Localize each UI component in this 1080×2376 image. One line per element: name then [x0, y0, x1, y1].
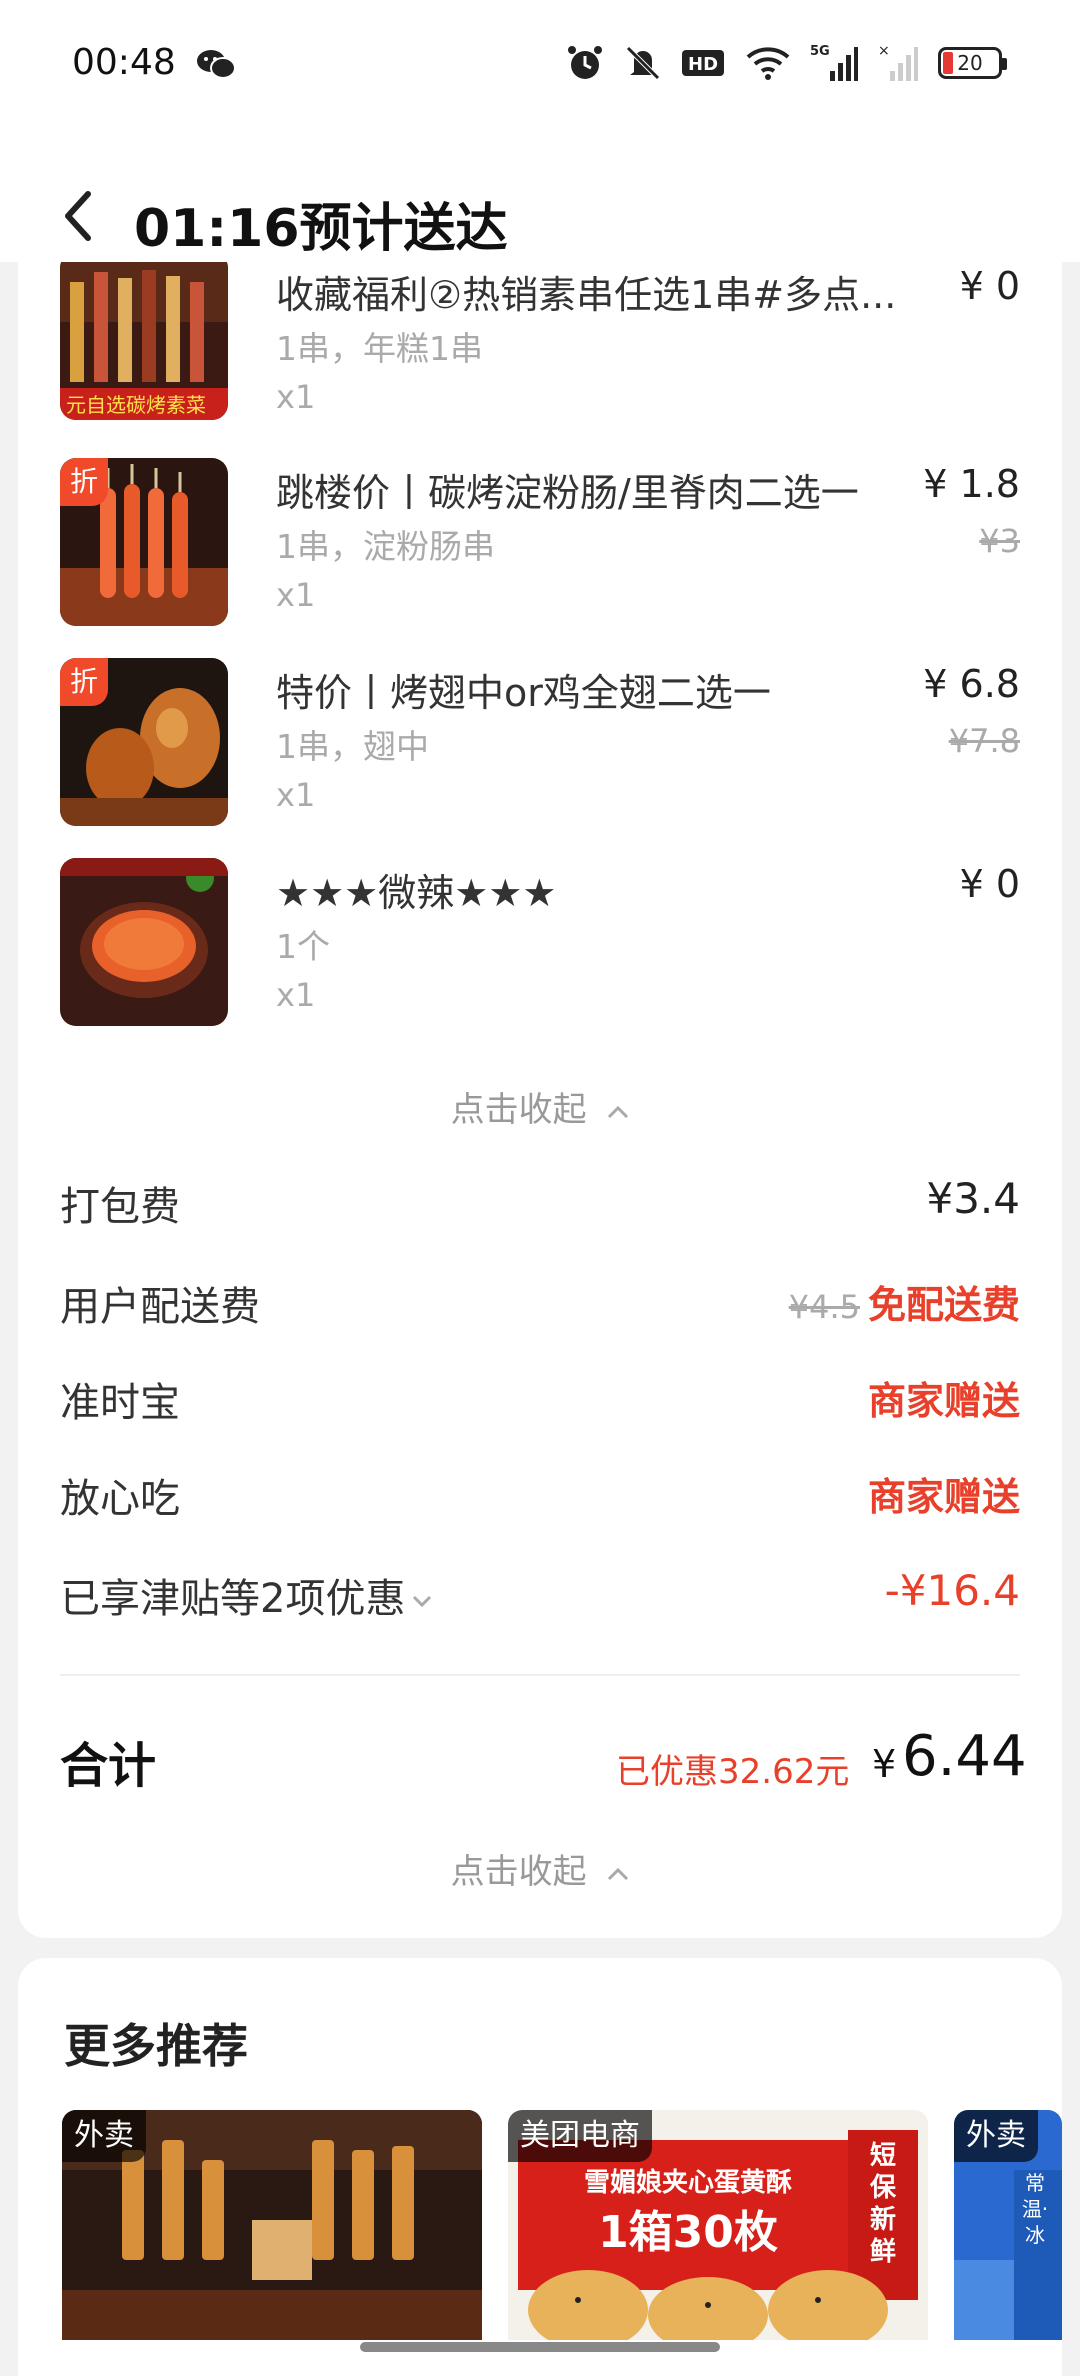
promo-text: 1箱30枚: [598, 2207, 778, 2258]
header: 01:16预计送达: [0, 130, 1080, 262]
item-thumbnail: 折: [60, 458, 228, 626]
recommendation-section: 更多推荐 外卖 雪媚娘夹心蛋黄酥 1箱30枚 短保新鲜 美团电商 常温·冰 外卖: [18, 1958, 1062, 2376]
discount-value: -¥16.4: [884, 1566, 1020, 1615]
order-item[interactable]: 折 特价丨烤翅中or鸡全翅二选一 1串，翅中 x1 ¥ 6.8 ¥7.8: [60, 658, 1020, 828]
recommendation-tag: 外卖: [954, 2110, 1038, 2162]
delivery-fee-value: ¥4.5 免配送费: [789, 1274, 1020, 1329]
safe-eat-label: 放心吃: [60, 1476, 180, 1522]
recommendation-title: 更多推荐: [64, 2019, 248, 2073]
status-bar: 00:48 HD 5G × 20: [0, 0, 1080, 130]
recommendation-tag: 美团电商: [508, 2110, 652, 2162]
item-quantity: x1: [276, 576, 316, 614]
collapse-label: 点击收起: [450, 1852, 587, 1892]
wifi-icon: [746, 47, 790, 80]
packing-fee-row: 打包费 ¥3.4: [60, 1174, 1020, 1234]
item-thumbnail: 折: [60, 658, 228, 826]
svg-text:元自选碳烤素菜: 元自选碳烤素菜: [66, 393, 206, 417]
ontime-guarantee-value: 商家赠送: [867, 1379, 1020, 1423]
item-price: ¥ 6.8: [923, 662, 1020, 706]
item-quantity: x1: [276, 776, 316, 814]
free-delivery-label: 免配送费: [867, 1283, 1020, 1327]
packing-fee-value: ¥3.4: [926, 1174, 1020, 1223]
discount-badge: 折: [60, 458, 108, 506]
discount-row[interactable]: 已享津贴等2项优惠 -¥16.4: [60, 1566, 1020, 1626]
item-name: 跳楼价丨碳烤淀粉肠/里脊肉二选一: [276, 471, 859, 515]
page-title: 01:16预计送达: [134, 199, 508, 259]
delivery-fee-label: 用户配送费: [60, 1284, 260, 1330]
item-spec: 1串，年糕1串: [276, 329, 483, 368]
item-quantity: x1: [276, 976, 316, 1014]
promo-text: 常温·冰: [1021, 2171, 1049, 2247]
order-item[interactable]: 元自选碳烤素菜 收藏福利②热销素串任选1串#多点... 1串，年糕1串 x1 ¥…: [60, 262, 1020, 430]
item-spec: 1串，翅中: [276, 727, 429, 766]
svg-text:HD: HD: [688, 54, 718, 75]
collapse-detail-button[interactable]: 点击收起: [18, 1844, 1062, 1893]
delivery-fee-original: ¥4.5: [788, 1288, 860, 1326]
item-thumbnail: [60, 858, 228, 1026]
alarm-icon: [568, 46, 602, 79]
ontime-guarantee-label: 准时宝: [60, 1380, 180, 1426]
discount-badge: 折: [60, 658, 108, 706]
item-name: 特价丨烤翅中or鸡全翅二选一: [276, 671, 771, 715]
item-name: ★★★微辣★★★: [276, 871, 557, 915]
order-item[interactable]: ★★★微辣★★★ 1个 x1 ¥ 0: [60, 858, 1020, 1028]
packing-fee-label: 打包费: [60, 1184, 180, 1230]
delivery-fee-row: 用户配送费 ¥4.5 免配送费: [60, 1274, 1020, 1334]
item-original-price: ¥3: [979, 522, 1020, 560]
svg-text:×: ×: [878, 43, 890, 59]
wechat-icon: [197, 50, 236, 79]
total-saved: 已优惠32.62元: [616, 1752, 850, 1792]
chevron-up-icon: [608, 1867, 629, 1880]
item-price: ¥ 0: [959, 264, 1020, 308]
mute-icon: [626, 46, 660, 80]
back-arrow-icon[interactable]: [60, 188, 100, 244]
chevron-up-icon: [608, 1105, 629, 1118]
status-icons: HD 5G × 20: [566, 40, 1007, 86]
total-currency: ¥: [872, 1742, 897, 1786]
battery-icon: 20: [938, 47, 1007, 79]
ontime-guarantee-row[interactable]: 准时宝 商家赠送: [60, 1370, 1020, 1430]
hd-icon: HD: [682, 50, 724, 76]
svg-text:5G: 5G: [810, 44, 830, 59]
collapse-items-button[interactable]: 点击收起: [18, 1082, 1062, 1131]
promo-side-text: 短保新鲜: [869, 2141, 896, 2267]
item-name: 收藏福利②热销素串任选1串#多点...: [276, 273, 897, 317]
status-time: 00:48: [72, 42, 176, 83]
item-thumbnail: 元自选碳烤素菜: [60, 262, 228, 420]
chevron-down-icon: [413, 1595, 432, 1608]
discount-label: 已享津贴等2项优惠: [60, 1566, 433, 1624]
recommendation-item[interactable]: 常温·冰 外卖: [954, 2110, 1062, 2340]
item-spec: 1串，淀粉肠串: [276, 527, 495, 566]
divider: [60, 1674, 1020, 1676]
item-original-price: ¥7.8: [948, 722, 1020, 760]
total-amount: 6.44: [902, 1724, 1027, 1789]
item-price: ¥ 1.8: [923, 462, 1020, 506]
signal-2-icon: ×: [878, 43, 918, 81]
safe-eat-row[interactable]: 放心吃 商家赠送: [60, 1466, 1020, 1526]
order-card: 元自选碳烤素菜 收藏福利②热销素串任选1串#多点... 1串，年糕1串 x1 ¥…: [18, 262, 1062, 1938]
item-quantity: x1: [276, 378, 316, 416]
recommendation-item[interactable]: 外卖: [62, 2110, 482, 2340]
total-label: 合计: [60, 1738, 157, 1794]
promo-subtitle: 雪媚娘夹心蛋黄酥: [583, 2168, 792, 2198]
collapse-label: 点击收起: [450, 1090, 587, 1130]
order-item[interactable]: 折 跳楼价丨碳烤淀粉肠/里脊肉二选一 1串，淀粉肠串 x1 ¥ 1.8 ¥3: [60, 458, 1020, 628]
item-price: ¥ 0: [959, 862, 1020, 906]
safe-eat-value: 商家赠送: [867, 1475, 1020, 1519]
recommendation-tag: 外卖: [62, 2110, 146, 2162]
home-indicator[interactable]: [360, 2342, 720, 2352]
signal-icon: 5G: [810, 44, 858, 81]
recommendation-item[interactable]: 雪媚娘夹心蛋黄酥 1箱30枚 短保新鲜 美团电商: [508, 2110, 928, 2340]
item-spec: 1个: [276, 927, 330, 966]
